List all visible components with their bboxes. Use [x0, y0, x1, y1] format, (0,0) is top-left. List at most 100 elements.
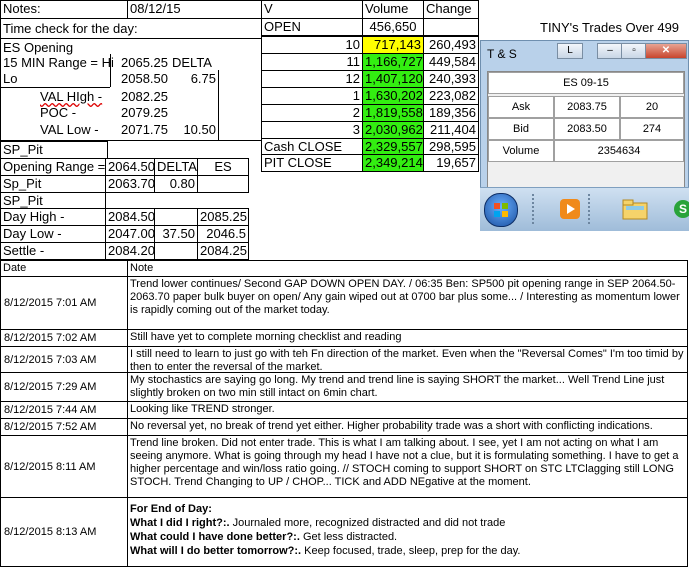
- volume-row-label[interactable]: 12: [261, 70, 363, 88]
- ts-l-button[interactable]: L: [557, 43, 583, 59]
- log-note[interactable]: Looking like TREND stronger.: [127, 401, 688, 419]
- volume-row-volume[interactable]: 456,650: [362, 18, 424, 36]
- range-lo[interactable]: 2058.50: [110, 71, 168, 86]
- volume-row-label[interactable]: 10: [261, 36, 363, 54]
- volume-row-volume[interactable]: 1,407,120: [362, 70, 424, 88]
- day-low-value[interactable]: 2047.00: [105, 225, 155, 243]
- log-date[interactable]: 8/12/2015 7:02 AM: [0, 329, 128, 347]
- log-date[interactable]: 8/12/2015 8:11 AM: [0, 435, 128, 498]
- volume-row-label[interactable]: 1: [261, 87, 363, 105]
- volume-row-change[interactable]: 189,356: [423, 104, 479, 122]
- volume-row-volume[interactable]: 1,166,727: [362, 53, 424, 71]
- ts-title: T & S: [487, 47, 517, 61]
- day-low-es[interactable]: 2046.5: [197, 225, 249, 243]
- day-high-label[interactable]: Day High -: [0, 208, 106, 226]
- folder-icon[interactable]: [620, 194, 650, 224]
- ts-grid: ES 09-15 Ask 2083.75 20 Bid 2083.50 274 …: [487, 71, 685, 195]
- log-date[interactable]: 8/12/2015 7:03 AM: [0, 346, 128, 373]
- poc-value[interactable]: 2079.25: [110, 105, 168, 120]
- sp-es-label[interactable]: ES: [197, 158, 249, 176]
- settle-es[interactable]: 2084.25: [197, 242, 249, 260]
- volume-row-change[interactable]: 223,082: [423, 87, 479, 105]
- col-v-header[interactable]: V: [261, 0, 363, 19]
- volume-row-label[interactable]: PIT CLOSE: [261, 154, 363, 172]
- log-note[interactable]: No reversal yet, no break of trend yet e…: [127, 418, 688, 436]
- volume-row-label[interactable]: OPEN: [261, 18, 363, 36]
- volume-row-volume[interactable]: 717,143: [362, 36, 424, 54]
- volume-row-change[interactable]: 19,657: [423, 154, 479, 172]
- settle-label[interactable]: Settle -: [0, 242, 106, 260]
- volume-row-volume[interactable]: 1,630,202: [362, 87, 424, 105]
- minimize-icon[interactable]: –: [597, 43, 623, 59]
- log-date[interactable]: 8/12/2015 7:29 AM: [0, 372, 128, 402]
- start-orb-icon[interactable]: [484, 193, 518, 227]
- log-note[interactable]: My stochastics are saying go long. My tr…: [127, 372, 688, 402]
- media-player-icon[interactable]: [558, 194, 582, 224]
- settle-value[interactable]: 2084.20: [105, 242, 155, 260]
- taskbar-grip: [532, 194, 538, 224]
- volume-row-change[interactable]: 449,584: [423, 53, 479, 71]
- log-note[interactable]: Still have yet to complete morning check…: [127, 329, 688, 347]
- notes-label[interactable]: Notes:: [0, 0, 128, 19]
- bid-price: 2083.50: [554, 118, 620, 140]
- volume-row-change[interactable]: [423, 18, 479, 36]
- opening-range-value[interactable]: 2064.50: [105, 158, 155, 176]
- col-change-header[interactable]: Change: [423, 0, 479, 19]
- sp-pit-row-label[interactable]: Sp_Pit: [0, 175, 106, 193]
- range-delta[interactable]: 6.75: [170, 71, 216, 86]
- ask-size: 20: [620, 96, 684, 118]
- sp-pit2-label[interactable]: SP_Pit: [0, 192, 106, 209]
- day-low-delta[interactable]: 37.50: [154, 225, 198, 243]
- ts-titlebar[interactable]: T & S L – ▫ ✕: [481, 41, 688, 67]
- day-high-es[interactable]: 2085.25: [197, 208, 249, 226]
- empty-cell[interactable]: [197, 175, 249, 193]
- volume-row-change[interactable]: 211,404: [423, 121, 479, 139]
- volume-row-change[interactable]: 240,393: [423, 70, 479, 88]
- log-date[interactable]: 8/12/2015 8:13 AM: [0, 497, 128, 567]
- bid-size: 274: [620, 118, 684, 140]
- volume-row-label[interactable]: 2: [261, 104, 363, 122]
- close-icon[interactable]: ✕: [645, 43, 687, 59]
- day-high-value[interactable]: 2084.50: [105, 208, 155, 226]
- volume-row-volume[interactable]: 2,349,214: [362, 154, 424, 172]
- volume-label: Volume: [488, 140, 554, 162]
- end-of-day-note[interactable]: For End of Day: What I did I right?:. Jo…: [127, 497, 688, 567]
- val-high[interactable]: 2082.25: [110, 89, 168, 104]
- sp-pit-value[interactable]: 2063.70: [105, 175, 155, 193]
- col-date-header[interactable]: Date: [0, 260, 128, 277]
- col-volume-header[interactable]: Volume: [362, 0, 424, 19]
- empty-cell[interactable]: [154, 208, 198, 226]
- log-note[interactable]: Trend line broken. Did not enter trade. …: [127, 435, 688, 498]
- app-s-icon[interactable]: S: [674, 200, 689, 218]
- day-low-label[interactable]: Day Low -: [0, 225, 106, 243]
- volume-row-change[interactable]: 260,493: [423, 36, 479, 54]
- sp-delta-label[interactable]: DELTA: [154, 158, 198, 176]
- log-date[interactable]: 8/12/2015 7:44 AM: [0, 401, 128, 419]
- delta-label: DELTA: [172, 55, 212, 70]
- opening-range-label[interactable]: Opening Range =: [0, 158, 106, 176]
- col-note-header[interactable]: Note: [127, 260, 688, 277]
- val-low[interactable]: 2071.75: [110, 122, 168, 137]
- eod-q1: What I did I right?:.: [130, 517, 230, 529]
- range-label: 15 MIN Range = Hi: [3, 55, 114, 70]
- log-date[interactable]: 8/12/2015 7:01 AM: [0, 276, 128, 330]
- bid-label: Bid: [488, 118, 554, 140]
- volume-row-volume[interactable]: 1,819,558: [362, 104, 424, 122]
- log-date[interactable]: 8/12/2015 7:52 AM: [0, 418, 128, 436]
- empty-cell[interactable]: [154, 242, 198, 260]
- volume-value: 2354634: [554, 140, 684, 162]
- volume-row-volume[interactable]: 2,030,962: [362, 121, 424, 139]
- sp-pit-title[interactable]: SP_Pit: [0, 141, 108, 159]
- range-hi[interactable]: 2065.25: [110, 55, 168, 70]
- volume-row-label[interactable]: 11: [261, 53, 363, 71]
- restore-icon[interactable]: ▫: [621, 43, 647, 59]
- sp-pit-delta[interactable]: 0.80: [154, 175, 198, 193]
- es-opening-title: ES Opening: [3, 40, 74, 55]
- notes-date[interactable]: 08/12/15: [127, 0, 262, 19]
- volume-row-label[interactable]: 3: [261, 121, 363, 139]
- val-low-extra[interactable]: 10.50: [170, 122, 216, 137]
- time-check-label[interactable]: Time check for the day:: [0, 18, 262, 39]
- log-note[interactable]: I still need to learn to just go with te…: [127, 346, 688, 373]
- log-note[interactable]: Trend lower continues/ Second GAP DOWN O…: [127, 276, 688, 330]
- taskbar: S: [480, 187, 689, 231]
